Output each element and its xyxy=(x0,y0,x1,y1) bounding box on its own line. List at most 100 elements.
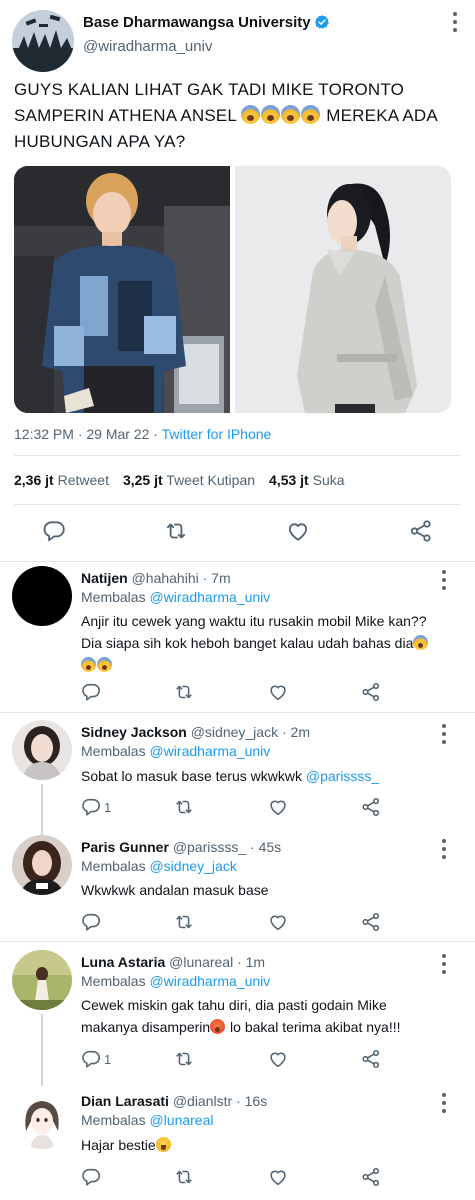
tweet-text: GUYS KALIAN LIHAT GAK TADI MIKE TORONTO … xyxy=(14,80,437,151)
heart-icon xyxy=(285,518,311,544)
reply-button[interactable] xyxy=(80,1048,102,1070)
divider xyxy=(0,561,475,562)
more-options-icon[interactable] xyxy=(439,1093,449,1115)
retweet-button[interactable] xyxy=(173,1048,195,1070)
reply-button[interactable] xyxy=(80,796,102,818)
like-button[interactable] xyxy=(267,1048,289,1070)
retweet-icon xyxy=(173,1166,195,1188)
scream-emoji-icon xyxy=(261,105,281,124)
retweet-button[interactable] xyxy=(173,796,195,818)
reply-icon xyxy=(80,796,102,818)
quote-count[interactable]: 3,25 jt Tweet Kutipan xyxy=(123,472,255,488)
reply-button[interactable] xyxy=(80,1166,102,1188)
share-button[interactable] xyxy=(360,796,382,818)
reply-author[interactable]: Dian Larasati @dianlstr · 16s xyxy=(81,1093,267,1109)
like-button[interactable] xyxy=(285,518,311,544)
reply-text: Cewek miskin gak tahu diri, dia pasti go… xyxy=(81,997,401,1035)
author-avatar[interactable] xyxy=(12,10,74,72)
mention-link[interactable]: @parissss_ xyxy=(306,768,379,784)
reply-button[interactable] xyxy=(41,518,67,544)
photo-man-denim-jacket[interactable] xyxy=(14,166,230,413)
author-handle[interactable]: @wiradharma_univ xyxy=(83,38,212,55)
replying-to: Membalas @lunareal xyxy=(81,1112,214,1128)
share-icon xyxy=(360,1048,382,1070)
avatar[interactable] xyxy=(12,835,72,895)
share-icon xyxy=(360,681,382,703)
more-options-icon[interactable] xyxy=(439,954,449,976)
avatar[interactable] xyxy=(12,720,72,780)
retweet-icon xyxy=(163,518,189,544)
tweet-source-link[interactable]: Twitter for IPhone xyxy=(162,426,272,442)
avatar[interactable] xyxy=(12,950,72,1010)
tweet-timestamp: 12:32 PM · 29 Mar 22 · Twitter for IPhon… xyxy=(14,426,272,442)
heart-icon xyxy=(267,681,289,703)
reply-text: Sobat lo masuk base terus wkwkwk @pariss… xyxy=(81,768,380,784)
divider xyxy=(0,712,475,713)
share-icon xyxy=(408,518,434,544)
replying-to: Membalas @wiradharma_univ xyxy=(81,743,271,759)
scream-emoji-icon xyxy=(413,635,429,650)
reply-count: 1 xyxy=(104,800,112,815)
retweet-button[interactable] xyxy=(163,518,189,544)
scream-emoji-icon xyxy=(301,105,321,124)
share-button[interactable] xyxy=(408,518,434,544)
tweet-media[interactable] xyxy=(14,166,451,413)
avatar[interactable] xyxy=(12,1089,72,1149)
tweet-stats: 2,36 jt Retweet 3,25 jt Tweet Kutipan 4,53… xyxy=(14,472,345,488)
like-button[interactable] xyxy=(267,681,289,703)
replying-to: Membalas @sidney_jack xyxy=(81,858,237,874)
reply-author[interactable]: Paris Gunner @parissss_ · 45s xyxy=(81,839,281,855)
more-options-icon[interactable] xyxy=(439,724,449,746)
share-button[interactable] xyxy=(360,1048,382,1070)
scream-emoji-icon xyxy=(241,105,261,124)
retweet-icon xyxy=(173,796,195,818)
retweet-button[interactable] xyxy=(173,1166,195,1188)
heart-icon xyxy=(267,796,289,818)
heart-icon xyxy=(267,911,289,933)
thread-line xyxy=(41,784,43,836)
reply-text: Anjir itu cewek yang waktu itu rusakin m… xyxy=(81,610,436,676)
verified-badge-icon xyxy=(314,15,329,29)
retweet-icon xyxy=(173,911,195,933)
like-button[interactable] xyxy=(267,1166,289,1188)
divider xyxy=(0,941,475,942)
replying-to: Membalas @wiradharma_univ xyxy=(81,589,271,605)
scream-emoji-icon xyxy=(281,105,301,124)
like-count[interactable]: 4,53 jt Suka xyxy=(269,472,345,488)
divider xyxy=(14,455,461,456)
divider xyxy=(14,504,461,505)
retweet-button[interactable] xyxy=(173,911,195,933)
share-icon xyxy=(360,796,382,818)
retweet-icon xyxy=(173,1048,195,1070)
reply-text: Wkwkwk andalan masuk base xyxy=(81,882,269,898)
reply-button[interactable] xyxy=(80,681,102,703)
heart-icon xyxy=(267,1048,289,1070)
avatar[interactable] xyxy=(12,566,72,626)
reply-author[interactable]: Luna Astaria @lunareal · 1m xyxy=(81,954,265,970)
reply-button[interactable] xyxy=(80,911,102,933)
reply-icon xyxy=(41,518,67,544)
scream-emoji-icon xyxy=(81,657,96,672)
more-options-icon[interactable] xyxy=(448,12,462,38)
share-button[interactable] xyxy=(360,1166,382,1188)
grin-emoji-icon xyxy=(155,1137,171,1152)
reply-icon xyxy=(80,1048,102,1070)
share-icon xyxy=(360,1166,382,1188)
retweet-count[interactable]: 2,36 jt Retweet xyxy=(14,472,109,488)
reply-author[interactable]: Sidney Jackson @sidney_jack · 2m xyxy=(81,724,310,740)
more-options-icon[interactable] xyxy=(439,839,449,861)
like-button[interactable] xyxy=(267,796,289,818)
replying-to: Membalas @wiradharma_univ xyxy=(81,973,271,989)
share-button[interactable] xyxy=(360,911,382,933)
share-button[interactable] xyxy=(360,681,382,703)
retweet-button[interactable] xyxy=(173,681,195,703)
more-options-icon[interactable] xyxy=(439,570,449,592)
author-name[interactable]: Base Dharmawangsa University xyxy=(83,14,330,31)
share-icon xyxy=(360,911,382,933)
scream-emoji-icon xyxy=(97,657,112,672)
reply-icon xyxy=(80,681,102,703)
like-button[interactable] xyxy=(267,911,289,933)
thread-line xyxy=(41,1014,43,1086)
photo-woman-white-jacket[interactable] xyxy=(235,166,451,413)
reply-author[interactable]: Natijen @hahahihi · 7m xyxy=(81,570,231,586)
